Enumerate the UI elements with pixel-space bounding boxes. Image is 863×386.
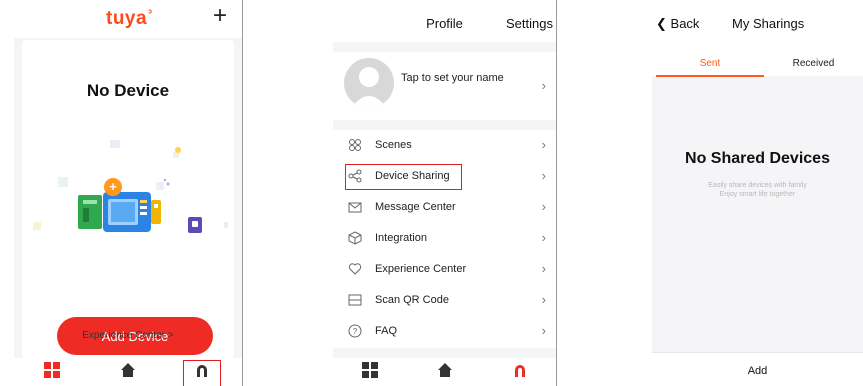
add-plus-button[interactable]: +	[213, 4, 227, 28]
back-label: Back	[670, 16, 700, 31]
page-title: My Sharings	[732, 16, 805, 31]
my-sharings-screen: ❮ Back My Sharings Sent Received No Shar…	[652, 0, 863, 386]
menu-item-device-sharing[interactable]: Device Sharing ›	[333, 161, 556, 192]
cube-icon	[348, 231, 362, 245]
menu-label: Scenes	[375, 139, 412, 151]
svg-text:?: ?	[353, 327, 358, 336]
empty-description-line2: Enjoy smart life together	[719, 191, 796, 198]
menu-label: Integration	[375, 232, 427, 244]
grid-icon[interactable]	[362, 362, 378, 378]
profile-screen: Profile Settings Tap to set your name › …	[333, 0, 556, 386]
active-tab-indicator	[656, 75, 764, 77]
chevron-right-icon: ›	[541, 323, 546, 338]
bottom-tab-bar	[14, 358, 242, 386]
chevron-right-icon: ›	[541, 292, 546, 307]
tuya-logo: tuyaᵓ	[106, 8, 153, 29]
device-card: No Device + Add Device	[22, 40, 234, 358]
menu-label: Experience Center	[375, 263, 467, 275]
screen2-right-border	[556, 0, 557, 386]
home-screen: tuyaᵓ + No Device + Add Device Experienc…	[14, 0, 242, 386]
svg-text:+: +	[109, 179, 117, 194]
profile-icon[interactable]	[512, 362, 528, 378]
settings-link[interactable]: Settings	[506, 16, 553, 31]
heart-icon	[348, 263, 362, 275]
menu-item-message-center[interactable]: Message Center ›	[333, 192, 556, 223]
screen1-right-border	[242, 0, 243, 386]
profile-menu: Scenes › Device Sharing › Message Center…	[333, 130, 556, 348]
scenes-icon	[349, 139, 361, 151]
grid-icon[interactable]	[44, 362, 60, 378]
empty-description-line1: Easily share devices with family	[708, 182, 807, 189]
bottom-tab-bar	[333, 358, 556, 386]
share-icon	[348, 169, 362, 183]
tab-received[interactable]: Received	[764, 58, 863, 69]
smart-home-illustration: +	[33, 140, 228, 233]
chevron-right-icon: ›	[541, 261, 546, 276]
avatar-placeholder-icon	[351, 67, 387, 108]
chevron-right-icon: ›	[541, 230, 546, 245]
experience-center-link[interactable]: Experience Center >	[14, 330, 242, 341]
menu-label: Message Center	[375, 201, 456, 213]
profile-icon[interactable]	[194, 362, 210, 378]
avatar[interactable]	[344, 58, 394, 108]
menu-item-scenes[interactable]: Scenes ›	[333, 130, 556, 161]
menu-label: Device Sharing	[375, 170, 450, 182]
menu-item-faq[interactable]: ? FAQ ›	[333, 316, 556, 347]
menu-item-experience-center[interactable]: Experience Center ›	[333, 254, 556, 285]
question-icon: ?	[348, 324, 362, 338]
scan-icon	[348, 294, 362, 306]
profile-header: Profile Settings	[333, 0, 556, 42]
bottom-action-bar: Add	[652, 352, 863, 386]
menu-label: Scan QR Code	[375, 294, 449, 306]
set-name-prompt: Tap to set your name	[401, 72, 504, 84]
sharings-header: ❮ Back My Sharings Sent Received	[652, 0, 863, 77]
chevron-right-icon: ›	[541, 78, 546, 93]
empty-title: No Device	[86, 81, 170, 100]
chevron-right-icon: ›	[541, 199, 546, 214]
menu-label: FAQ	[375, 325, 398, 337]
home-icon[interactable]	[437, 362, 453, 378]
tab-sent[interactable]: Sent	[656, 58, 764, 69]
add-share-button[interactable]: Add	[652, 365, 863, 377]
mail-icon	[348, 202, 362, 213]
home-header: tuyaᵓ +	[14, 0, 242, 38]
profile-row[interactable]: Tap to set your name ›	[333, 52, 556, 120]
back-button[interactable]: ❮ Back	[656, 16, 699, 32]
home-icon[interactable]	[120, 362, 136, 378]
empty-title: No Shared Devices	[685, 150, 830, 167]
menu-item-scan-qr-code[interactable]: Scan QR Code ›	[333, 285, 556, 316]
chevron-left-icon: ❮	[656, 16, 667, 31]
chevron-right-icon: ›	[541, 168, 546, 183]
menu-item-integration[interactable]: Integration ›	[333, 223, 556, 254]
chevron-right-icon: ›	[541, 137, 546, 152]
